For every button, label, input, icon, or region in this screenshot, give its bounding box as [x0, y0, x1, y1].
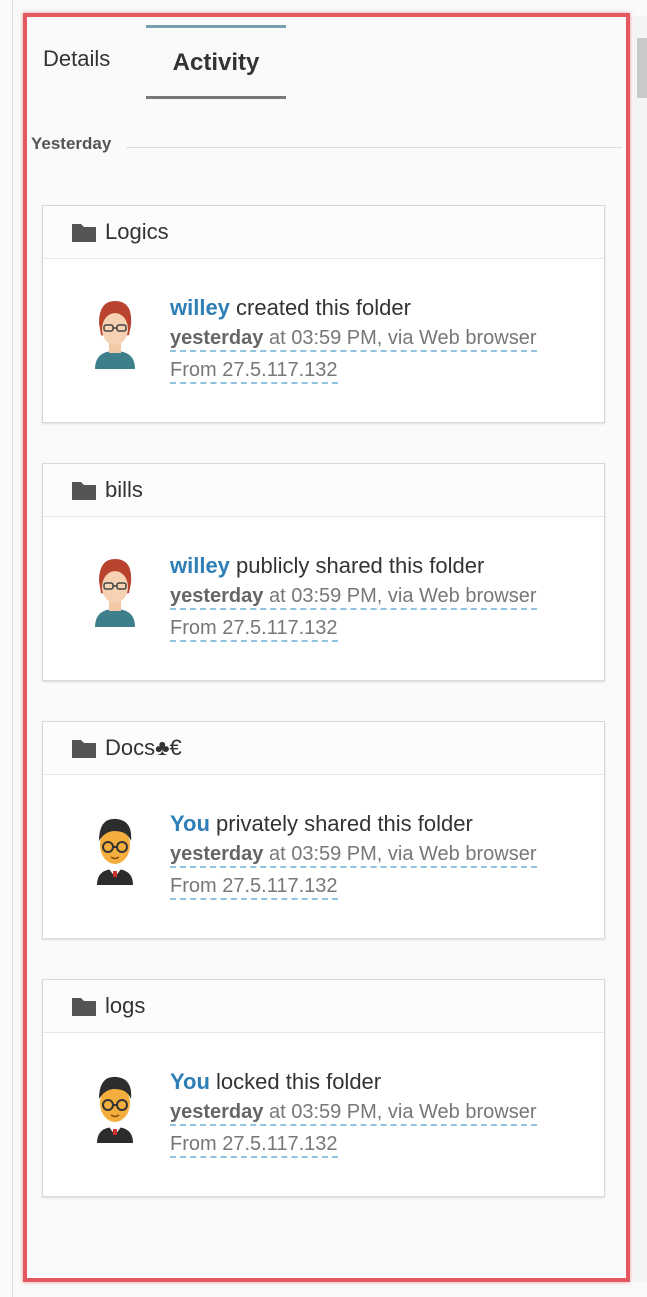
activity-time[interactable]: yesterday at 03:59 PM, via Web browser: [170, 842, 537, 868]
activity-description: willey created this folder: [170, 294, 590, 322]
male-avatar-icon: [97, 818, 133, 885]
activity-description: willey publicly shared this folder: [170, 552, 590, 580]
folder-name[interactable]: bills: [105, 477, 143, 503]
folder-icon: [72, 740, 96, 758]
scrollbar-thumb[interactable]: [637, 38, 647, 98]
card-body: You locked this folder yesterday at 03:5…: [43, 1033, 604, 1197]
activity-description: You privately shared this folder: [170, 810, 590, 838]
male-avatar-icon: [97, 1076, 133, 1143]
activity-action: privately shared this folder: [209, 811, 473, 836]
card-body: You privately shared this folder yesterd…: [43, 775, 604, 939]
activity-time[interactable]: yesterday at 03:59 PM, via Web browser: [170, 326, 537, 352]
activity-time[interactable]: yesterday at 03:59 PM, via Web browser: [170, 584, 537, 610]
activity-action: created this folder: [229, 295, 411, 320]
activity-ip[interactable]: From 27.5.117.132: [170, 874, 338, 900]
section-header-yesterday: Yesterday: [31, 134, 112, 153]
card-body: willey created this folder yesterday at …: [43, 259, 604, 423]
activity-text: You privately shared this folder yesterd…: [170, 810, 590, 900]
activity-ip[interactable]: From 27.5.117.132: [170, 1132, 338, 1158]
card-header[interactable]: logs: [43, 980, 604, 1033]
activity-card: bills willey publicly shared this folder…: [42, 463, 605, 681]
activity-ip[interactable]: From 27.5.117.132: [170, 358, 338, 384]
female-avatar-icon: [95, 559, 135, 627]
card-header[interactable]: bills: [43, 464, 604, 517]
activity-time-detail: at 03:59 PM, via Web browser: [263, 327, 537, 349]
user-link[interactable]: You: [170, 811, 210, 836]
folder-icon: [72, 998, 96, 1016]
panel-left-border: [12, 0, 13, 1297]
activity-ip[interactable]: From 27.5.117.132: [170, 616, 338, 642]
section-divider: [126, 147, 622, 148]
activity-time-detail: at 03:59 PM, via Web browser: [263, 1101, 537, 1123]
activity-day: yesterday: [170, 843, 264, 865]
active-tab-indicator: [146, 96, 286, 99]
folder-icon: [72, 224, 96, 242]
scrollbar-track[interactable]: [634, 16, 647, 1282]
activity-card: logs You locked this folder yesterday at…: [42, 979, 605, 1197]
activity-time-detail: at 03:59 PM, via Web browser: [263, 843, 537, 865]
activity-text: You locked this folder yesterday at 03:5…: [170, 1068, 590, 1158]
tab-activity[interactable]: Activity: [146, 25, 286, 100]
activity-card: Logics willey created this folder yester…: [42, 205, 605, 423]
activity-description: You locked this folder: [170, 1068, 590, 1096]
activity-time-detail: at 03:59 PM, via Web browser: [263, 585, 537, 607]
activity-day: yesterday: [170, 585, 264, 607]
folder-name[interactable]: Docs♣€: [105, 735, 182, 761]
activity-text: willey created this folder yesterday at …: [170, 294, 590, 384]
activity-panel: Details Activity Yesterday Logics willey…: [0, 0, 647, 1297]
user-link[interactable]: You: [170, 1069, 210, 1094]
activity-time[interactable]: yesterday at 03:59 PM, via Web browser: [170, 1100, 537, 1126]
folder-name[interactable]: Logics: [105, 219, 169, 245]
folder-name[interactable]: logs: [105, 993, 145, 1019]
activity-day: yesterday: [170, 327, 264, 349]
activity-day: yesterday: [170, 1101, 264, 1123]
activity-action: locked this folder: [209, 1069, 382, 1094]
activity-action: publicly shared this folder: [229, 553, 485, 578]
folder-icon: [72, 482, 96, 500]
activity-card: Docs♣€ You privately shared this folder …: [42, 721, 605, 939]
activity-text: willey publicly shared this folder yeste…: [170, 552, 590, 642]
card-header[interactable]: Docs♣€: [43, 722, 604, 775]
card-header[interactable]: Logics: [43, 206, 604, 259]
card-body: willey publicly shared this folder yeste…: [43, 517, 604, 681]
female-avatar-icon: [95, 301, 135, 369]
user-link[interactable]: willey: [170, 295, 230, 320]
tab-details[interactable]: Details: [43, 26, 110, 98]
user-link[interactable]: willey: [170, 553, 230, 578]
